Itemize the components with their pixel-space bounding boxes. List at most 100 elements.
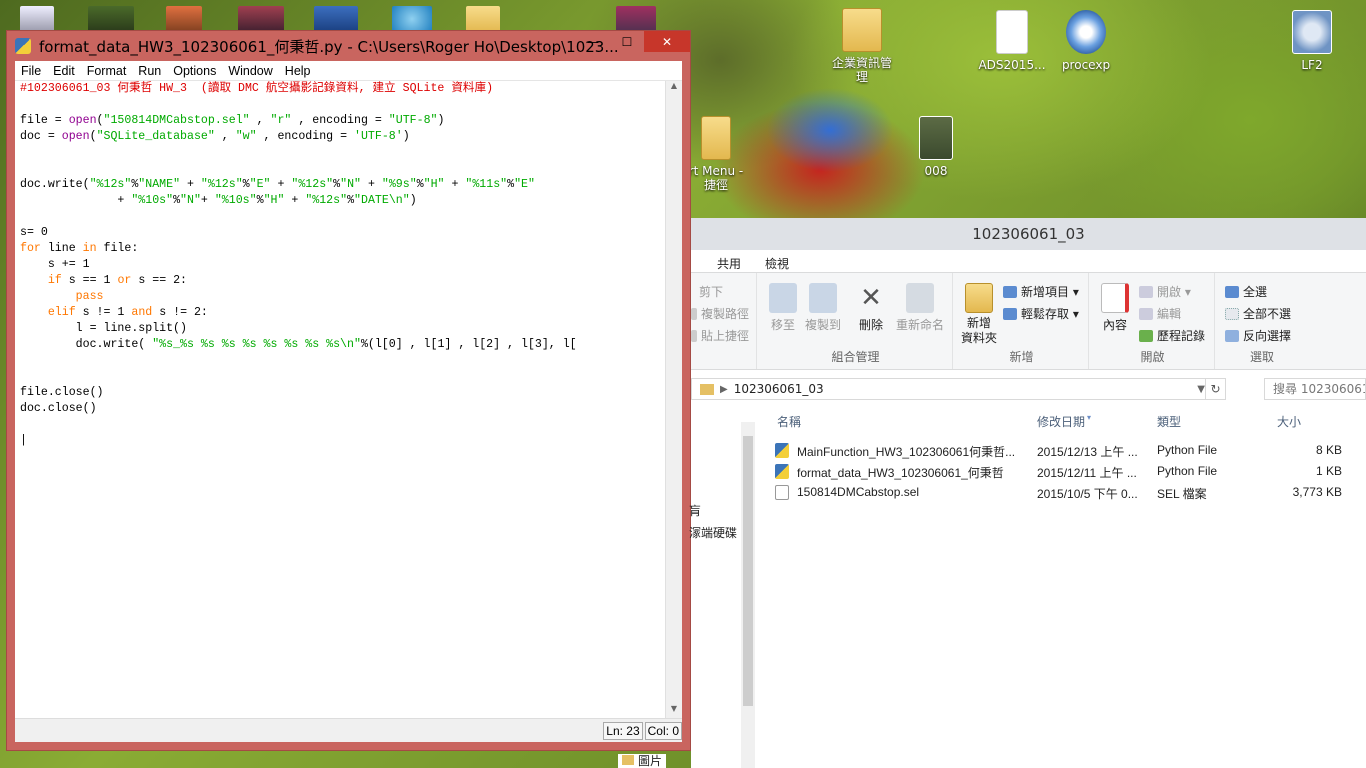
nav-item-drive[interactable]: 溕端硬碟 xyxy=(689,524,737,541)
desktop-thumbnail-icon[interactable] xyxy=(88,6,134,32)
shortcut-folder-icon xyxy=(701,116,731,160)
desktop-thumbnail-icon[interactable] xyxy=(238,6,284,32)
code-line: if s == 1 or s == 2: xyxy=(47,274,188,287)
scroll-up-icon[interactable]: ▲ xyxy=(666,81,682,95)
open-icon xyxy=(1139,285,1153,298)
editor-scrollbar[interactable]: ▲ ▼ xyxy=(665,81,682,718)
cut-button[interactable]: 剪下 xyxy=(699,283,723,300)
move-to-button[interactable]: 移至 xyxy=(765,283,801,333)
scroll-down-icon[interactable]: ▼ xyxy=(666,704,682,718)
search-input[interactable]: 搜尋 102306061_... xyxy=(1264,378,1366,400)
edit-button[interactable]: 編輯 xyxy=(1139,305,1181,322)
menu-help[interactable]: Help xyxy=(279,64,317,78)
desktop-thumbnail-icon[interactable] xyxy=(314,6,358,32)
sel-file-icon xyxy=(775,485,789,500)
new-item-button[interactable]: 新增項目 ▾ xyxy=(1003,283,1079,300)
close-button[interactable]: ✕ xyxy=(644,31,690,52)
maximize-button[interactable]: ☐ xyxy=(610,31,644,52)
select-none-label: 全部不選 xyxy=(1243,307,1292,321)
paste-shortcut-label: 貼上捷徑 xyxy=(701,329,750,343)
desktop-thumbnail-icon[interactable] xyxy=(166,6,202,32)
refresh-icon[interactable]: ↻ xyxy=(1205,379,1225,399)
delete-button[interactable]: ✕ 刪除 xyxy=(853,283,889,333)
open-button[interactable]: 開啟 ▾ xyxy=(1139,283,1191,300)
menu-bar: File Edit Format Run Options Window Help xyxy=(15,61,682,81)
code-line: + "%10s"%"N"+ "%10s"%"H" + "%12s"%"DATE\… xyxy=(20,194,417,207)
desktop-icon-enterprise-info[interactable]: 企業資訊管 理 xyxy=(822,8,902,84)
new-folder-button[interactable]: 新增 資料夾 xyxy=(959,283,999,346)
file-name: format_data_HW3_102306061_何秉哲 xyxy=(797,466,1004,480)
desktop-icon-ads2015[interactable]: ADS2015... xyxy=(972,10,1052,72)
navigation-scrollbar[interactable] xyxy=(741,422,755,768)
desktop-thumbnail-icon[interactable] xyxy=(616,6,656,32)
tab-view[interactable]: 檢視 xyxy=(753,255,801,272)
desktop-icon-label: ADS2015... xyxy=(978,58,1046,72)
procexp-icon xyxy=(1066,10,1106,54)
nav-item-pictures[interactable]: 圖片 xyxy=(618,754,667,768)
column-size[interactable]: 大小 xyxy=(1277,413,1301,430)
menu-run[interactable]: Run xyxy=(132,64,167,78)
copy-to-icon xyxy=(809,283,837,313)
select-none-button[interactable]: 全部不選 xyxy=(1225,305,1291,322)
desktop-thumbnail-icon[interactable] xyxy=(466,6,500,32)
desktop-icon-lf2[interactable]: LF2 xyxy=(1272,10,1352,72)
tab-share[interactable]: 共用 xyxy=(705,255,753,272)
column-type[interactable]: 類型 xyxy=(1157,413,1181,430)
sort-arrow-icon: ▾ xyxy=(1087,413,1092,422)
code-line: #102306061_03 何秉哲 HW_3 (讀取 DMC 航空攝影記錄資料,… xyxy=(20,82,494,95)
menu-edit[interactable]: Edit xyxy=(47,64,81,78)
delete-icon: ✕ xyxy=(860,283,882,313)
file-row[interactable]: format_data_HW3_102306061_何秉哲 2015/12/11… xyxy=(775,461,1366,482)
desktop-icon-008[interactable]: 008 xyxy=(896,116,976,178)
cut-label: 剪下 xyxy=(699,285,724,299)
select-all-button[interactable]: 全選 xyxy=(1225,283,1267,300)
menu-options[interactable]: Options xyxy=(167,64,222,78)
history-button[interactable]: 歷程記錄 xyxy=(1139,327,1205,344)
code-editor[interactable]: #102306061_03 何秉哲 HW_3 (讀取 DMC 航空攝影記錄資料,… xyxy=(15,81,665,718)
paste-shortcut-button[interactable]: 貼上捷徑 xyxy=(691,327,749,344)
desktop-icon-procexp[interactable]: procexp xyxy=(1046,10,1126,72)
chevron-down-icon[interactable]: ▼ xyxy=(1197,384,1205,395)
photo-icon xyxy=(919,116,953,160)
menu-format[interactable]: Format xyxy=(81,64,133,78)
invert-selection-label: 反向選擇 xyxy=(1243,329,1292,343)
code-line: elif s != 1 and s != 2: xyxy=(47,306,208,319)
status-bar: Ln: 23 Col: 0 xyxy=(15,718,682,742)
rename-button[interactable]: 重新命名 xyxy=(893,283,947,333)
menu-file[interactable]: File xyxy=(15,64,47,78)
minimize-button[interactable]: — xyxy=(576,31,610,52)
file-row[interactable]: MainFunction_HW3_102306061何秉哲... 2015/12… xyxy=(775,440,1366,461)
chevron-right-icon[interactable]: ▶ xyxy=(720,384,728,395)
recycle-bin-icon[interactable] xyxy=(20,6,54,32)
history-label: 歷程記錄 xyxy=(1157,329,1206,343)
code-line: doc.write( "%s_%s %s %s %s %s %s %s %s\n… xyxy=(20,338,577,351)
menu-window[interactable]: Window xyxy=(222,64,278,78)
address-path: 102306061_03 xyxy=(733,382,824,396)
ribbon: 剪下 複製路徑 貼上捷徑 移至 複製到 ✕ 刪除 重新命名 組合管理 新增 資料夾… xyxy=(691,272,1366,370)
column-name[interactable]: 名稱 xyxy=(777,413,801,430)
explorer-title[interactable]: 102306061_03 xyxy=(691,218,1366,250)
scrollbar-thumb[interactable] xyxy=(743,436,753,706)
select-none-icon xyxy=(1225,307,1239,320)
file-type: Python File xyxy=(1157,464,1218,478)
organize-group-label: 組合管理 xyxy=(831,350,880,364)
easy-access-button[interactable]: 輕鬆存取 ▾ xyxy=(1003,305,1079,322)
file-row[interactable]: 150814DMCabstop.sel 2015/10/5 下午 0... SE… xyxy=(775,482,1366,503)
invert-selection-button[interactable]: 反向選擇 xyxy=(1225,327,1291,344)
desktop-thumbnail-icon[interactable] xyxy=(392,6,432,32)
column-number: Col: 0 xyxy=(644,721,682,740)
new-folder-label: 新增 資料夾 xyxy=(960,316,997,345)
copy-path-button[interactable]: 複製路徑 xyxy=(691,305,749,322)
window-title: format_data_HW3_102306061_何秉哲.py - C:\Us… xyxy=(39,37,619,56)
nav-item[interactable]: 肓 xyxy=(689,502,701,519)
properties-icon xyxy=(1101,283,1129,313)
properties-button[interactable]: 內容 xyxy=(1097,283,1133,333)
ribbon-tabs: 共用 檢視 xyxy=(691,250,1366,272)
copy-to-button[interactable]: 複製到 xyxy=(803,283,843,333)
idle-editor-window: format_data_HW3_102306061_何秉哲.py - C:\Us… xyxy=(6,30,691,751)
column-modified[interactable]: 修改日期 xyxy=(1037,413,1085,430)
address-bar[interactable]: ▶ 102306061_03 ▼ ↻ xyxy=(691,378,1226,400)
